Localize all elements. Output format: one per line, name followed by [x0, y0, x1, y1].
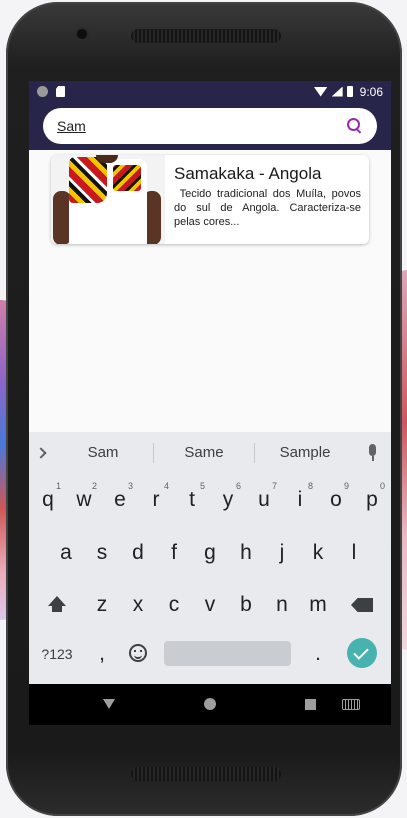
- key-comma[interactable]: ,: [84, 635, 120, 671]
- keyboard-row-4: ?123 , .: [29, 635, 391, 671]
- key-o[interactable]: o9: [318, 481, 354, 517]
- key-label: p: [366, 488, 378, 511]
- screen: 9:06 Samakaka - Angola Tecido tradiciona…: [29, 81, 391, 725]
- key-w[interactable]: w2: [66, 481, 102, 517]
- status-bar: 9:06: [29, 81, 391, 102]
- search-input[interactable]: [57, 118, 347, 134]
- keyboard-row-1: q1 w2 e3 r4 t5 y6 u7 i8 o9 p0: [29, 481, 391, 517]
- result-card[interactable]: Samakaka - Angola Tecido tradicional dos…: [51, 155, 369, 244]
- nav-recents-icon[interactable]: [305, 699, 316, 710]
- key-hint: 2: [91, 481, 97, 491]
- key-z[interactable]: z: [84, 586, 120, 622]
- key-label: w: [76, 488, 92, 511]
- suggestion-item[interactable]: Sample: [255, 432, 355, 474]
- key-period[interactable]: .: [300, 635, 336, 671]
- image-pattern-sleeve: [69, 157, 107, 203]
- bottom-speaker: [131, 767, 281, 781]
- key-e[interactable]: e3: [102, 481, 138, 517]
- notification-dot-icon: [37, 86, 48, 97]
- key-k[interactable]: k: [300, 534, 336, 570]
- nav-back-icon[interactable]: [103, 699, 115, 709]
- keyboard-row-2: a s d f g h j k l: [29, 534, 391, 570]
- mic-icon[interactable]: [355, 432, 391, 474]
- key-label: i: [297, 488, 303, 511]
- result-info: Samakaka - Angola Tecido tradicional dos…: [165, 155, 369, 244]
- key-x[interactable]: x: [120, 586, 156, 622]
- earpiece-speaker: [131, 29, 281, 43]
- app-bar: [29, 102, 391, 150]
- key-hint: 1: [55, 481, 61, 491]
- key-l[interactable]: l: [336, 534, 372, 570]
- cell-signal-icon: [331, 86, 343, 97]
- key-label: e: [114, 488, 126, 511]
- key-j[interactable]: j: [264, 534, 300, 570]
- key-label: r: [152, 488, 160, 511]
- key-hint: 3: [127, 481, 133, 491]
- key-label: q: [42, 488, 54, 511]
- key-t[interactable]: t5: [174, 481, 210, 517]
- key-hint: 7: [271, 481, 277, 491]
- keyboard-icon[interactable]: [342, 699, 360, 710]
- product-image: [51, 155, 165, 244]
- result-title: Samakaka - Angola: [174, 164, 322, 183]
- key-a[interactable]: a: [48, 534, 84, 570]
- keyboard-row-3: z x c v b n m: [29, 586, 391, 622]
- key-y[interactable]: y6: [210, 481, 246, 517]
- key-label: o: [330, 488, 342, 511]
- soft-keyboard: Sam Same Sample q1 w2 e3 r4 t5 y6 u7 i8 …: [29, 432, 391, 684]
- key-label: t: [189, 488, 195, 511]
- key-c[interactable]: c: [156, 586, 192, 622]
- result-description: Tecido tradicional dos Muíla, povos do s…: [174, 188, 365, 228]
- front-camera: [77, 29, 87, 39]
- wifi-icon: [313, 86, 328, 97]
- image-pattern-patch: [113, 165, 141, 191]
- key-h[interactable]: h: [228, 534, 264, 570]
- nav-home-icon[interactable]: [204, 698, 216, 710]
- key-d[interactable]: d: [120, 534, 156, 570]
- key-b[interactable]: b: [228, 586, 264, 622]
- suggestion-item[interactable]: Sam: [53, 432, 153, 474]
- key-g[interactable]: g: [192, 534, 228, 570]
- navigation-bar: [29, 684, 391, 725]
- search-bar[interactable]: [43, 108, 377, 144]
- emoji-icon[interactable]: [129, 644, 147, 662]
- key-label: u: [258, 488, 270, 511]
- key-q[interactable]: q1: [30, 481, 66, 517]
- key-r[interactable]: r4: [138, 481, 174, 517]
- key-m[interactable]: m: [300, 586, 336, 622]
- key-hint: 8: [307, 481, 313, 491]
- enter-check-icon[interactable]: [347, 638, 377, 668]
- key-hint: 5: [199, 481, 205, 491]
- key-s[interactable]: s: [84, 534, 120, 570]
- backspace-icon[interactable]: [351, 598, 373, 612]
- key-hint: 4: [163, 481, 169, 491]
- suggestion-strip: Sam Same Sample: [29, 432, 391, 474]
- key-n[interactable]: n: [264, 586, 300, 622]
- status-time: 9:06: [359, 84, 383, 99]
- key-label: y: [222, 488, 234, 511]
- chevron-right-icon[interactable]: [29, 432, 53, 474]
- sd-card-icon: [56, 86, 65, 97]
- search-icon[interactable]: [347, 118, 363, 134]
- suggestion-item[interactable]: Same: [154, 432, 254, 474]
- battery-icon: [346, 86, 353, 97]
- key-v[interactable]: v: [192, 586, 228, 622]
- key-p[interactable]: p0: [354, 481, 390, 517]
- symbols-key[interactable]: ?123: [35, 635, 79, 671]
- space-bar[interactable]: [164, 641, 291, 666]
- key-i[interactable]: i8: [282, 481, 318, 517]
- key-hint: 0: [379, 481, 385, 491]
- key-hint: 6: [235, 481, 241, 491]
- phone-frame: 9:06 Samakaka - Angola Tecido tradiciona…: [6, 2, 402, 816]
- key-u[interactable]: u7: [246, 481, 282, 517]
- key-hint: 9: [343, 481, 349, 491]
- shift-icon[interactable]: [46, 596, 66, 616]
- key-f[interactable]: f: [156, 534, 192, 570]
